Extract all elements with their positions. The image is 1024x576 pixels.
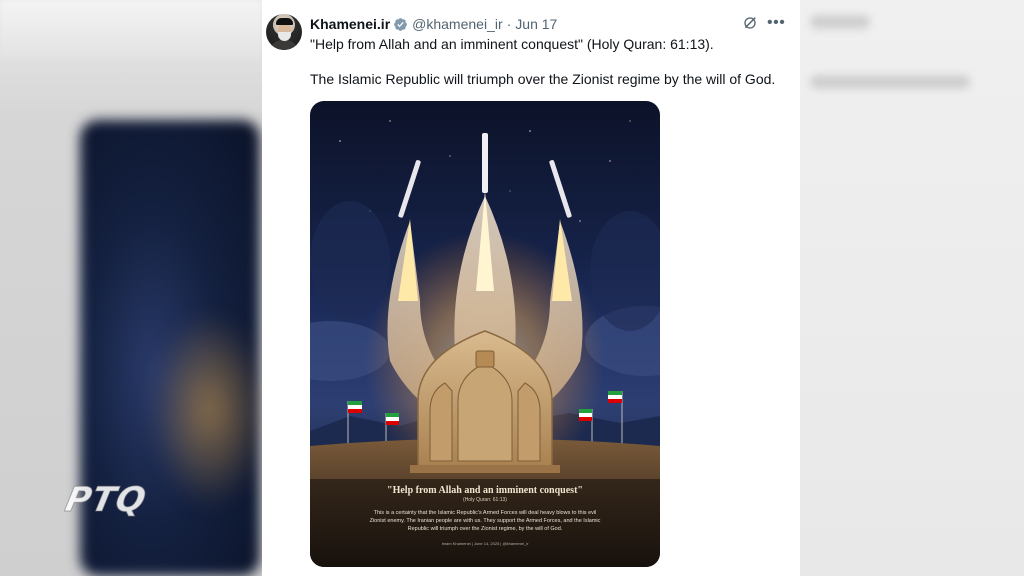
poster-body: This is a certainty that the Islamic Rep… — [369, 510, 601, 532]
watermark-logo: PTQ — [61, 480, 151, 521]
tweet-text-line: "Help from Allah and an imminent conques… — [310, 36, 714, 52]
separator-dot: · — [506, 16, 512, 32]
tweet-date[interactable]: Jun 17 — [515, 16, 557, 32]
poster-caption: "Help from Allah and an imminent conques… — [310, 485, 660, 546]
avatar[interactable] — [266, 14, 302, 50]
verified-badge-icon — [394, 17, 408, 31]
tweet-card[interactable]: Khamenei.ir @khamenei_ir · Jun 17 ••• "H… — [262, 0, 800, 576]
poster-title: "Help from Allah and an imminent conques… — [387, 485, 583, 496]
poster-footer: Imam Khamenei | June 14, 2025 | @khamene… — [441, 541, 529, 546]
tweet-media-image[interactable]: "Help from Allah and an imminent conques… — [310, 101, 660, 567]
display-name[interactable]: Khamenei.ir — [310, 16, 390, 32]
tweet-header: Khamenei.ir @khamenei_ir · Jun 17 — [310, 15, 557, 33]
tweet-text: "Help from Allah and an imminent conques… — [310, 35, 790, 105]
grok-icon[interactable] — [742, 15, 758, 31]
more-icon[interactable]: ••• — [767, 14, 785, 32]
poster-subtitle: (Holy Quran: 61:13) — [463, 497, 507, 503]
user-handle[interactable]: @khamenei_ir — [412, 16, 502, 32]
tweet-text-line: The Islamic Republic will triumph over t… — [310, 71, 776, 87]
blurred-background-right — [800, 0, 1024, 576]
